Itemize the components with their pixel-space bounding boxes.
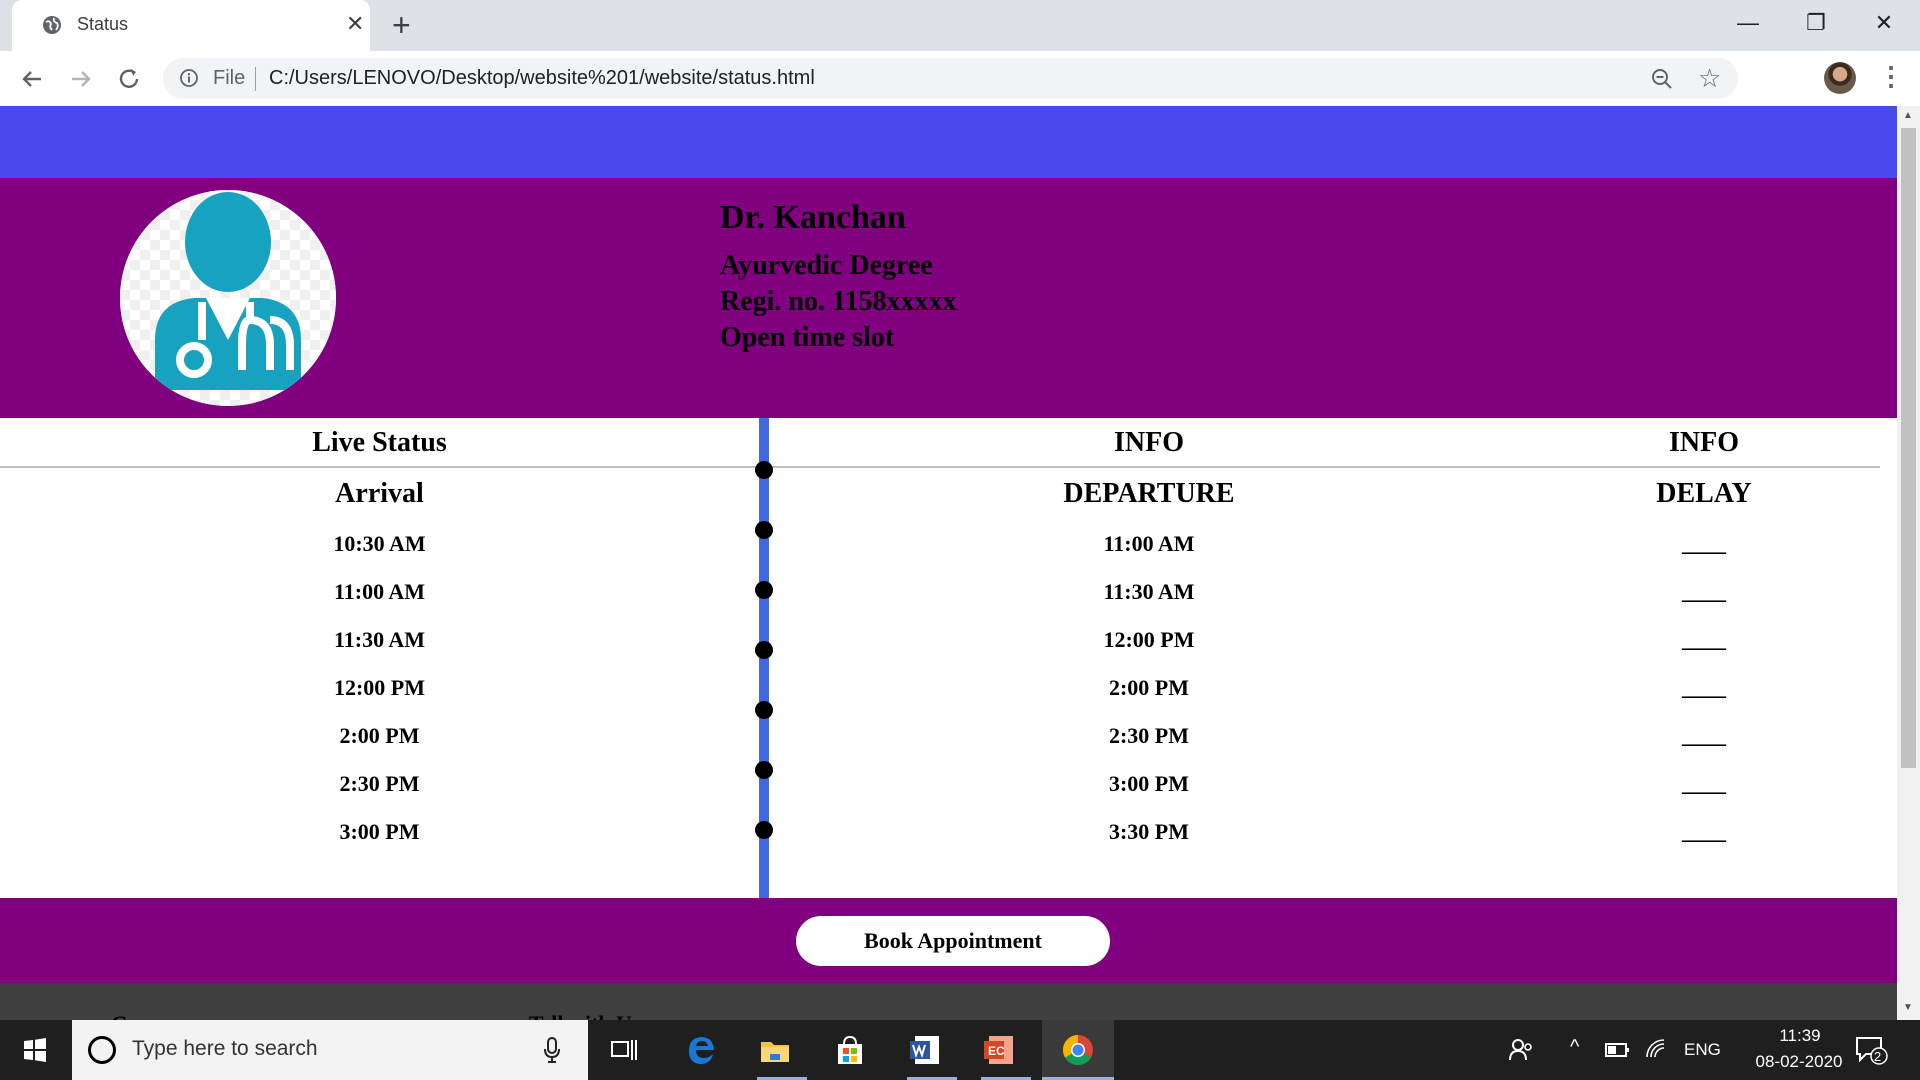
arrival-time: 10:30 AM: [333, 531, 426, 556]
page-viewport: Dr. Kanchan Ayurvedic Degree Regi. no. 1…: [0, 106, 1897, 1020]
arrival-heading: Arrival: [335, 478, 424, 509]
page-scrollbar[interactable]: ▲ ▼: [1897, 106, 1920, 1020]
arrival-time: 3:00 PM: [339, 819, 420, 844]
scroll-up-icon[interactable]: ▲: [1903, 110, 1913, 121]
departure-time: 11:30 AM: [1103, 579, 1195, 604]
book-appointment-button[interactable]: Book Appointment: [796, 916, 1110, 966]
close-window-button[interactable]: ✕: [1864, 8, 1904, 38]
departure-time: 2:30 PM: [1108, 723, 1190, 748]
address-divider: [255, 67, 256, 91]
departure-time: 12:00 PM: [1103, 627, 1195, 652]
back-arrow-icon[interactable]: [17, 64, 47, 94]
scroll-thumb[interactable]: [1901, 128, 1916, 768]
microphone-icon[interactable]: [544, 1036, 560, 1064]
delay-value: ____: [1682, 723, 1726, 748]
tab-status[interactable]: Status ✕: [12, 0, 370, 51]
cortana-icon: [88, 1036, 116, 1064]
globe-icon: [43, 16, 61, 34]
arrival-time: 11:30 AM: [333, 627, 426, 652]
departure-time: 2:00 PM: [1108, 675, 1190, 700]
arrival-time: 2:30 PM: [339, 771, 420, 796]
edge-browser-icon[interactable]: [683, 1032, 719, 1068]
people-icon[interactable]: [1508, 1036, 1536, 1064]
departure-heading: DEPARTURE: [1063, 478, 1235, 509]
clock-time[interactable]: 11:39: [1760, 1026, 1840, 1046]
info-icon[interactable]: [179, 68, 199, 88]
delay-value: ____: [1682, 819, 1726, 844]
delay-value: ____: [1682, 531, 1726, 556]
file-scheme-label: File: [213, 67, 246, 89]
departure-time: 3:00 PM: [1108, 771, 1190, 796]
taskbar-search-input[interactable]: Type here to search: [132, 1037, 318, 1061]
address-bar[interactable]: File C:/Users/LENOVO/Desktop/website%201…: [163, 58, 1738, 99]
bookmark-star-icon[interactable]: ☆: [1698, 64, 1721, 92]
live-status-heading: Live Status: [312, 427, 447, 458]
booking-bar: Book Appointment: [0, 898, 1897, 983]
doctor-registration: Regi. no. 1158xxxxx: [720, 286, 957, 317]
store-icon[interactable]: [832, 1032, 868, 1068]
new-tab-button[interactable]: +: [392, 9, 411, 41]
doctor-name: Dr. Kanchan: [720, 199, 906, 236]
doctor-avatar: [120, 190, 336, 406]
departure-time: 11:00 AM: [1103, 531, 1195, 556]
chrome-icon: [1062, 1035, 1093, 1066]
tab-bar: Status ✕ + — ❐ ✕: [0, 0, 1920, 51]
language-indicator[interactable]: ENG: [1684, 1040, 1721, 1060]
delay-value: ____: [1682, 771, 1726, 796]
doctor-degree: Ayurvedic Degree: [720, 250, 933, 281]
browser-toolbar: File C:/Users/LENOVO/Desktop/website%201…: [0, 51, 1920, 138]
reload-icon[interactable]: [114, 64, 144, 94]
chrome-taskbar-active[interactable]: [1042, 1020, 1114, 1080]
delay-heading: DELAY: [1656, 478, 1752, 509]
delay-value: ____: [1682, 627, 1726, 652]
zoom-out-icon[interactable]: [1650, 67, 1674, 91]
tab-title: Status: [77, 14, 129, 34]
battery-icon[interactable]: [1604, 1040, 1630, 1060]
doctor-profile: Dr. Kanchan Ayurvedic Degree Regi. no. 1…: [0, 178, 1897, 418]
clock-date[interactable]: 08-02-2020: [1734, 1052, 1864, 1072]
departure-time: 3:30 PM: [1108, 819, 1190, 844]
arrival-time: 11:00 AM: [333, 579, 426, 604]
browser-menu-icon[interactable]: ⋮: [1878, 59, 1904, 93]
task-view-icon[interactable]: [606, 1032, 642, 1068]
footer-link-courses[interactable]: • Courses: [98, 1011, 187, 1020]
doctor-time-slot: Open time slot: [720, 322, 895, 353]
notification-count: 2: [1874, 1049, 1882, 1064]
windows-taskbar: Type here to search EC ^ ENG 11:39 08-02…: [0, 1020, 1920, 1080]
footer-link-tell-with-us[interactable]: • Tell with Us: [516, 1011, 640, 1020]
delay-value: ____: [1682, 579, 1726, 604]
file-explorer-icon[interactable]: [757, 1032, 793, 1068]
windows-start-icon[interactable]: [0, 1020, 70, 1080]
tray-expand-icon[interactable]: ^: [1570, 1036, 1579, 1059]
footer: • Courses • Tell with Us: [0, 983, 1897, 1020]
timeline-dot: [755, 461, 773, 479]
tab-close-icon[interactable]: ✕: [346, 12, 364, 36]
scroll-down-icon[interactable]: ▼: [1903, 1002, 1913, 1013]
word-icon[interactable]: [907, 1032, 943, 1068]
header-divider: [0, 466, 1880, 468]
minimize-button[interactable]: —: [1728, 8, 1768, 38]
svg-text:EC: EC: [988, 1044, 1005, 1058]
info-heading-delay: INFO: [1669, 427, 1739, 458]
profile-avatar[interactable]: [1824, 62, 1856, 94]
timeline-dot: [755, 701, 773, 719]
wifi-icon[interactable]: [1644, 1037, 1668, 1061]
status-table: Live Status INFO INFO Arrival DEPARTURE …: [0, 418, 1897, 898]
doctor-info: Dr. Kanchan Ayurvedic Degree Regi. no. 1…: [720, 198, 956, 356]
notification-icon[interactable]: [1854, 1034, 1888, 1066]
restore-button[interactable]: ❐: [1796, 8, 1836, 38]
arrival-time: 2:00 PM: [339, 723, 420, 748]
info-heading-departure: INFO: [1114, 427, 1184, 458]
taskbar-search-box[interactable]: Type here to search: [72, 1020, 588, 1080]
top-navbar: [0, 106, 1897, 178]
doctor-icon: [120, 190, 336, 406]
forward-arrow-icon[interactable]: [66, 64, 96, 94]
arrival-time: 12:00 PM: [333, 675, 426, 700]
delay-value: ____: [1682, 675, 1726, 700]
powerpoint-icon[interactable]: EC: [981, 1032, 1017, 1068]
url-text[interactable]: C:/Users/LENOVO/Desktop/website%201/webs…: [269, 67, 815, 90]
